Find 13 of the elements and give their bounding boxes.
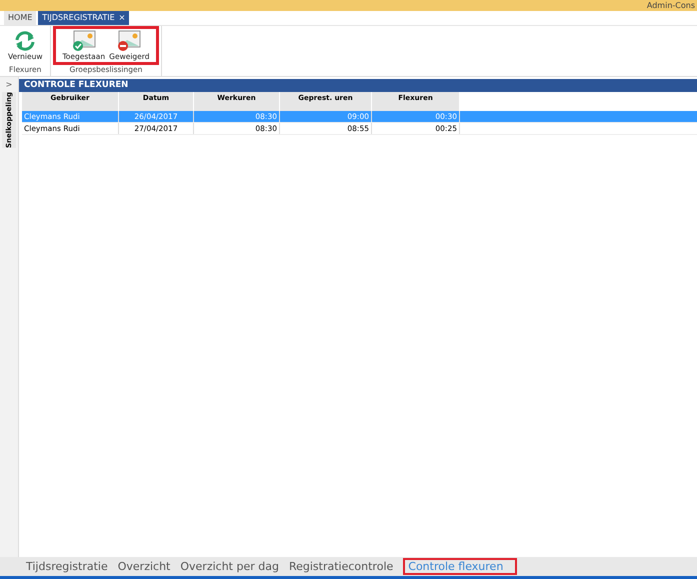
tab[interactable]: HOME xyxy=(4,11,36,25)
tab[interactable]: Overzicht xyxy=(118,560,170,573)
expand-toggle[interactable]: > xyxy=(6,80,12,89)
image-check-icon xyxy=(70,30,97,52)
tab[interactable]: Registratiecontrole xyxy=(288,560,394,573)
window-title: Admin-Cons xyxy=(646,0,696,11)
close-icon[interactable]: × xyxy=(118,13,126,22)
tab[interactable]: Tijdsregistratie xyxy=(26,560,108,573)
tab[interactable]: Overzicht per dag xyxy=(180,560,279,573)
refresh-icon xyxy=(13,30,38,52)
tab[interactable]: TIJDSREGISTRATIE × xyxy=(38,11,130,25)
image-minus-icon xyxy=(116,30,142,52)
panel-title: CONTROLE FLEXUREN xyxy=(19,79,697,92)
